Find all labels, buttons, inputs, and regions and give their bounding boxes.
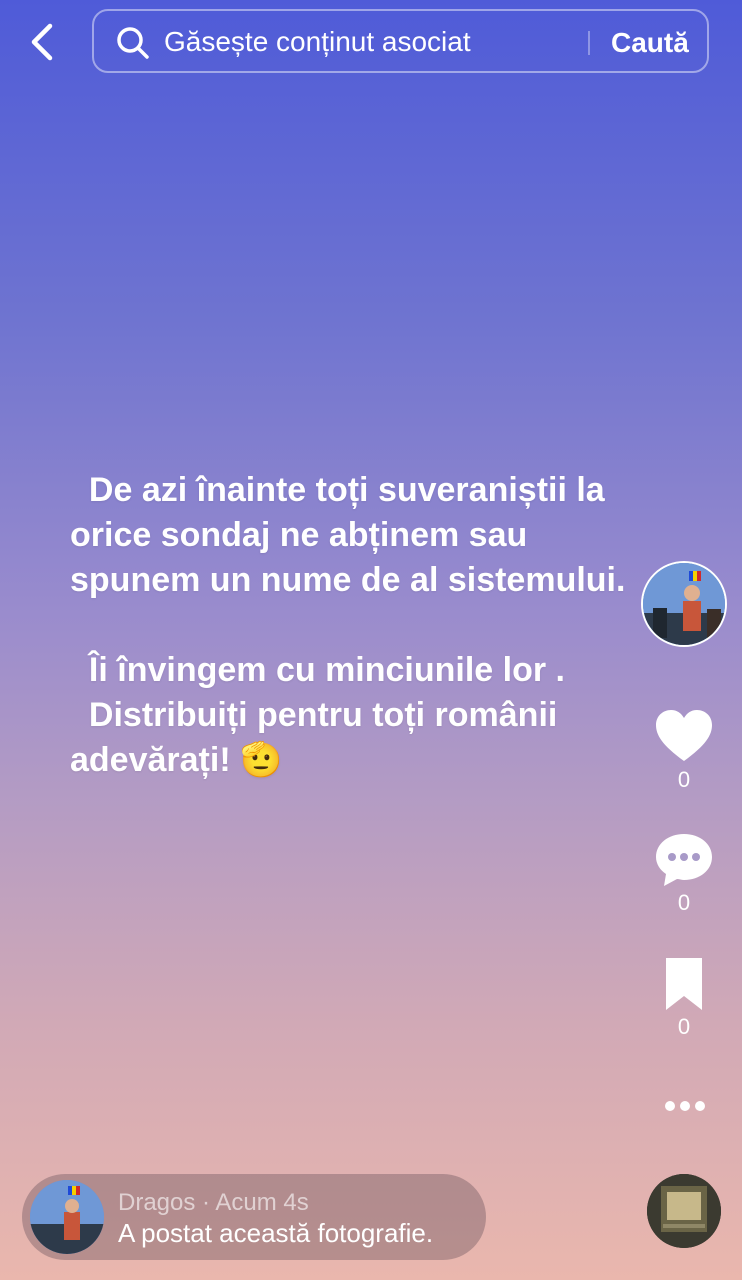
avatar-photo [30, 1180, 104, 1254]
author-name: Dragos [118, 1189, 196, 1216]
bookmark-icon[interactable] [652, 952, 716, 1016]
author-activity-pill[interactable]: Dragos · Acum 4s A postat această fotogr… [22, 1174, 486, 1260]
like-action: 0 [652, 705, 716, 793]
search-icon [117, 27, 149, 59]
author-small-avatar [30, 1180, 104, 1254]
post-text: De azi înainte toți suveraniștii la oric… [70, 471, 626, 779]
activity-text: A postat această fotografie. [118, 1218, 434, 1248]
chevron-left-icon [31, 23, 53, 61]
search-button[interactable]: Caută [611, 27, 689, 59]
comment-icon[interactable] [652, 828, 716, 892]
music-cover-image [647, 1174, 721, 1248]
more-icon[interactable] [660, 1093, 710, 1119]
heart-icon[interactable] [652, 705, 716, 769]
back-button[interactable] [22, 20, 62, 64]
save-count: 0 [677, 1014, 691, 1039]
author-avatar[interactable] [641, 561, 727, 647]
comment-count: 0 [677, 890, 691, 915]
author-meta: Dragos · Acum 4s [118, 1189, 309, 1217]
search-divider [588, 31, 590, 55]
meta-separator: · [195, 1189, 216, 1216]
comment-action: 0 [652, 828, 716, 916]
post-time: Acum 4s [215, 1189, 309, 1216]
save-action: 0 [652, 952, 716, 1040]
like-count: 0 [677, 767, 691, 792]
search-bar: Caută [92, 9, 709, 73]
top-bar: Caută [0, 0, 742, 90]
avatar-photo [643, 563, 725, 645]
music-disc[interactable] [647, 1174, 721, 1248]
